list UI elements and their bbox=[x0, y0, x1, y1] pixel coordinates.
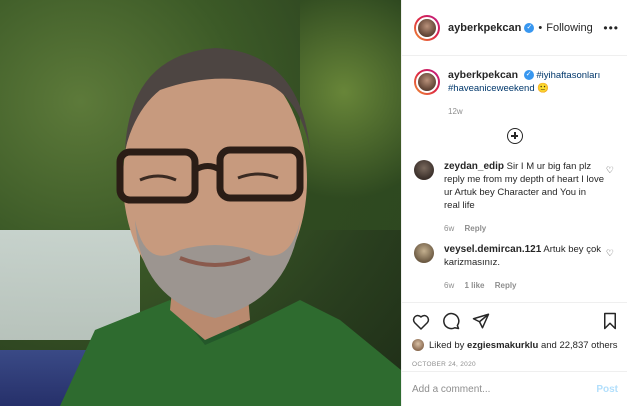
reply-button[interactable]: Reply bbox=[464, 224, 486, 233]
likes-count[interactable]: and 22,837 others bbox=[541, 340, 618, 351]
author-username[interactable]: ayberkpekcan bbox=[448, 22, 521, 34]
comment-age: 6w bbox=[444, 224, 455, 233]
liked-by: Liked by ezgiesmakurklu and 22,837 other… bbox=[412, 339, 618, 351]
more-icon[interactable]: ••• bbox=[603, 21, 619, 35]
liked-by-prefix: Liked by bbox=[429, 339, 465, 351]
comment-like-heart-icon[interactable]: ♡ bbox=[606, 248, 614, 259]
commenter-username[interactable]: zeydan_edip bbox=[444, 161, 504, 172]
author-avatar[interactable] bbox=[414, 14, 440, 41]
post-photo[interactable] bbox=[0, 0, 401, 406]
comment-age: 6w bbox=[444, 281, 455, 290]
caption-avatar[interactable] bbox=[414, 69, 440, 95]
comment-text: zeydan_edip Sir I M ur big fan plz reply… bbox=[444, 160, 604, 212]
caption-age: 12w bbox=[448, 107, 463, 116]
post-comment-button[interactable]: Post bbox=[596, 384, 618, 395]
post-side-panel: ayberkpekcan ✓ • Following ••• ayberkpek… bbox=[401, 0, 627, 406]
reply-button[interactable]: Reply bbox=[495, 281, 517, 290]
post-date[interactable]: OCTOBER 24, 2020 bbox=[412, 361, 618, 368]
liker-username[interactable]: ezgiesmakurklu bbox=[467, 340, 538, 351]
post-caption: ayberkpekcan ✓ #iyihaftasonları #haveani… bbox=[414, 69, 616, 95]
comment-icon[interactable] bbox=[442, 312, 460, 330]
caption-username[interactable]: ayberkpekcan bbox=[448, 69, 518, 81]
heart-icon[interactable] bbox=[412, 313, 430, 330]
comment-meta: 6w Reply bbox=[444, 224, 604, 233]
comment-like-heart-icon[interactable]: ♡ bbox=[606, 165, 614, 176]
portrait-illustration bbox=[60, 48, 401, 406]
caption-emoji: 🙂 bbox=[537, 83, 550, 94]
caption-verified-icon: ✓ bbox=[523, 70, 534, 81]
comment-text: veysel.demircan.121 Artuk bey çok karizm… bbox=[444, 243, 604, 269]
following-button[interactable]: Following bbox=[546, 22, 592, 34]
post-header: ayberkpekcan ✓ • Following ••• bbox=[402, 0, 627, 56]
comment-meta: 6w 1 like Reply bbox=[444, 281, 604, 290]
comment-likes-count[interactable]: 1 like bbox=[464, 281, 484, 290]
post-actions: Liked by ezgiesmakurklu and 22,837 other… bbox=[402, 302, 627, 368]
bookmark-icon[interactable] bbox=[602, 312, 618, 330]
add-comment-bar: Post bbox=[402, 371, 627, 406]
commenter-avatar[interactable] bbox=[414, 160, 434, 180]
share-icon[interactable] bbox=[472, 312, 490, 330]
add-circle-icon[interactable] bbox=[507, 128, 523, 144]
verified-badge-icon: ✓ bbox=[524, 22, 535, 33]
commenter-avatar[interactable] bbox=[414, 243, 434, 263]
comments-scroll-area[interactable]: ayberkpekcan ✓ #iyihaftasonları #haveani… bbox=[402, 57, 627, 302]
liker-avatar[interactable] bbox=[412, 339, 424, 351]
comment-input[interactable] bbox=[412, 383, 582, 395]
comment-item: zeydan_edip Sir I M ur big fan plz reply… bbox=[414, 160, 616, 233]
comment-item: veysel.demircan.121 Artuk bey çok karizm… bbox=[414, 243, 616, 290]
header-separator: • bbox=[538, 21, 543, 34]
caption-text: ayberkpekcan ✓ #iyihaftasonları #haveani… bbox=[448, 69, 608, 95]
commenter-username[interactable]: veysel.demircan.121 bbox=[444, 244, 541, 255]
